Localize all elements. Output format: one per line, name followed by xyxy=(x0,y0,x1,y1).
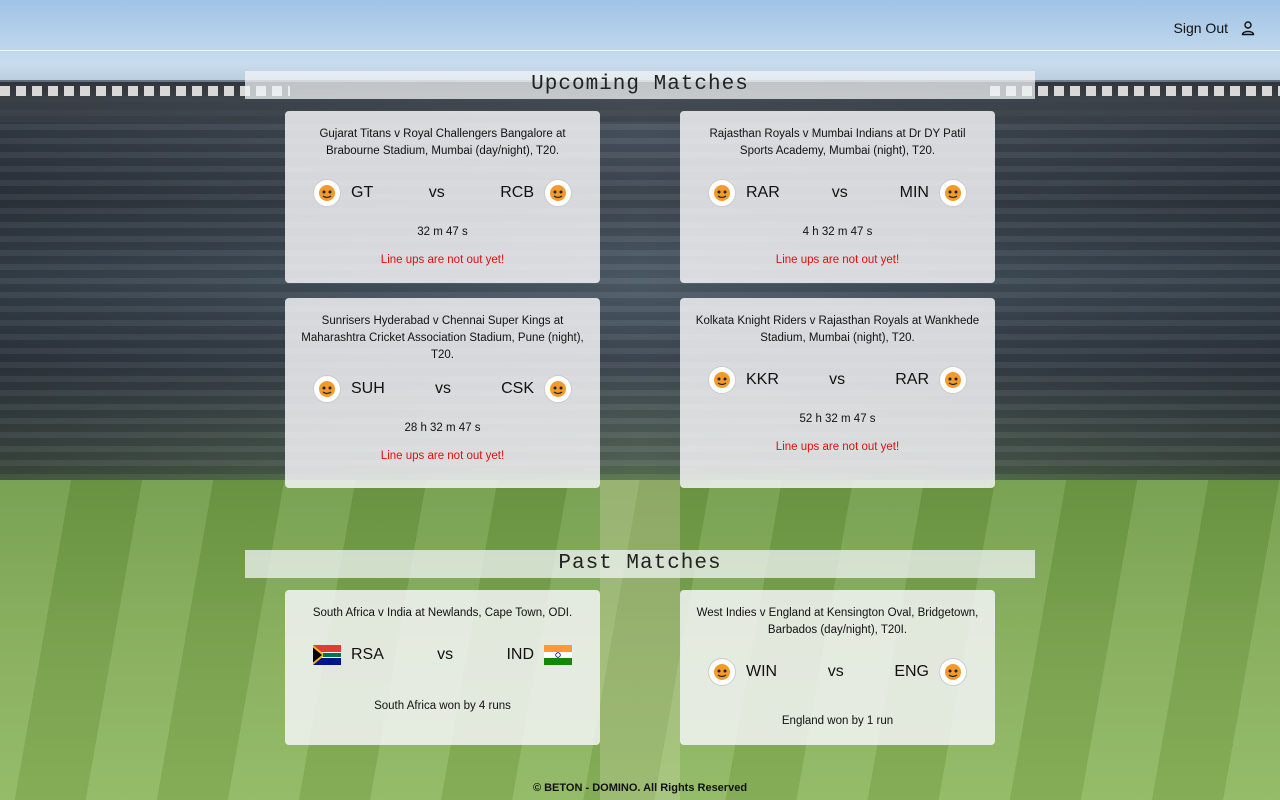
match-countdown: 52 h 32 m 47 s xyxy=(799,413,876,425)
match-teams: RAR vs MIN xyxy=(692,178,983,208)
team-home: SUH xyxy=(313,375,385,403)
team-home: RAR xyxy=(708,179,780,207)
lineup-status: Line ups are not out yet! xyxy=(775,254,900,266)
stadium-stands-background xyxy=(0,80,1280,480)
tiger-logo-icon xyxy=(544,375,572,403)
team-away: MIN xyxy=(900,179,967,207)
vs-label: vs xyxy=(831,184,848,201)
match-title: West Indies v England at Kensington Oval… xyxy=(696,607,979,636)
team-home: WIN xyxy=(708,658,777,686)
team-code: IND xyxy=(506,646,534,663)
tiger-logo-icon xyxy=(939,658,967,686)
match-title: Rajasthan Royals v Mumbai Indians at Dr … xyxy=(709,128,966,157)
team-home: GT xyxy=(313,179,373,207)
top-bar: Sign Out xyxy=(0,0,1280,51)
past-matches-title: Past Matches xyxy=(245,550,1035,578)
tiger-logo-icon xyxy=(708,366,736,394)
past-match-card[interactable]: West Indies v England at Kensington Oval… xyxy=(680,590,995,745)
team-home: RSA xyxy=(313,645,384,665)
tiger-logo-icon xyxy=(544,179,572,207)
south-africa-flag-icon xyxy=(313,645,341,665)
team-code: RAR xyxy=(746,184,780,201)
sign-out-label: Sign Out xyxy=(1173,20,1228,36)
tiger-logo-icon xyxy=(938,179,967,207)
match-title: Kolkata Knight Riders v Rajasthan Royals… xyxy=(695,315,980,344)
match-countdown: 32 m 47 s xyxy=(417,226,468,238)
vs-label: vs xyxy=(827,663,844,680)
match-result: England won by 1 run xyxy=(781,715,894,727)
upcoming-match-card[interactable]: Sunrisers Hyderabad v Chennai Super King… xyxy=(285,298,600,488)
match-countdown: 4 h 32 m 47 s xyxy=(802,226,873,238)
vs-label: vs xyxy=(437,646,454,663)
match-teams: KKR vs RAR xyxy=(692,365,983,395)
upcoming-match-card[interactable]: Gujarat Titans v Royal Challengers Banga… xyxy=(285,111,600,283)
match-teams: RSA vs IND xyxy=(297,640,588,670)
match-countdown: 28 h 32 m 47 s xyxy=(404,422,481,434)
match-teams: WIN vs ENG xyxy=(692,657,983,687)
vs-label: vs xyxy=(829,371,846,388)
team-away: CSK xyxy=(501,375,572,403)
team-code: ENG xyxy=(894,663,929,680)
team-code: GT xyxy=(351,184,374,201)
match-title: South Africa v India at Newlands, Cape T… xyxy=(312,607,573,619)
tiger-logo-icon xyxy=(708,179,736,207)
team-away: ENG xyxy=(894,658,967,686)
match-title: Sunrisers Hyderabad v Chennai Super King… xyxy=(301,315,584,361)
user-icon xyxy=(1241,21,1255,36)
match-result: South Africa won by 4 runs xyxy=(374,700,511,712)
team-code: CSK xyxy=(501,380,534,397)
tiger-logo-icon xyxy=(708,658,736,686)
tiger-logo-icon xyxy=(313,375,341,403)
sign-out-button[interactable]: Sign Out xyxy=(1174,20,1256,36)
team-code: RAR xyxy=(895,371,929,388)
team-away: RAR xyxy=(895,366,967,394)
upcoming-match-card[interactable]: Rajasthan Royals v Mumbai Indians at Dr … xyxy=(680,111,995,283)
team-code: RSA xyxy=(351,646,384,663)
tiger-logo-icon xyxy=(313,179,341,207)
team-away: RCB xyxy=(500,179,572,207)
vs-label: vs xyxy=(428,184,445,201)
footer-copyright: © BETON - DOMINO. All Rights Reserved xyxy=(532,782,748,794)
team-code: MIN xyxy=(899,184,929,201)
past-match-card[interactable]: South Africa v India at Newlands, Cape T… xyxy=(285,590,600,745)
team-code: SUH xyxy=(351,380,385,397)
team-home: KKR xyxy=(708,366,779,394)
team-code: RCB xyxy=(500,184,534,201)
tiger-logo-icon xyxy=(939,366,967,394)
upcoming-match-card[interactable]: Kolkata Knight Riders v Rajasthan Royals… xyxy=(680,298,995,488)
team-code: KKR xyxy=(746,371,779,388)
match-teams: SUH vs CSK xyxy=(297,374,588,404)
match-title: Gujarat Titans v Royal Challengers Banga… xyxy=(319,128,566,157)
cricket-pitch-background xyxy=(600,480,680,800)
india-flag-icon xyxy=(544,645,572,665)
lineup-status: Line ups are not out yet! xyxy=(380,450,505,462)
team-away: IND xyxy=(506,645,572,665)
lineup-status: Line ups are not out yet! xyxy=(380,254,505,266)
match-teams: GT vs RCB xyxy=(297,178,588,208)
lineup-status: Line ups are not out yet! xyxy=(775,441,900,453)
vs-label: vs xyxy=(434,380,451,397)
team-code: WIN xyxy=(746,663,778,680)
upcoming-matches-title: Upcoming Matches xyxy=(245,71,1035,99)
